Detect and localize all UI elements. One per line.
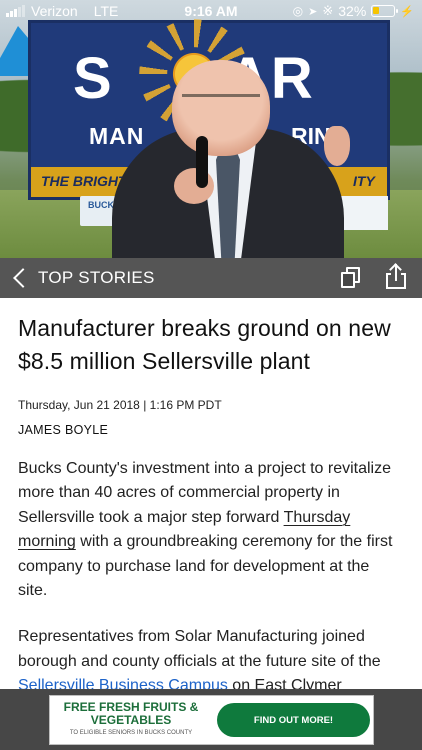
speaker-figure: [112, 48, 350, 258]
ad-headline: FREE FRESH FRUITS & VEGETABLES: [63, 700, 199, 727]
bluetooth-icon: ※: [322, 3, 334, 18]
speaker-glasses: [182, 94, 260, 106]
speaker-hand: [174, 168, 214, 204]
hero-photo: S AR MAN RING THE BRIGHT ITY BUCK: [0, 0, 422, 258]
banner-tagline-right: ITY: [353, 173, 375, 189]
rotation-lock-icon: ◎: [292, 4, 304, 18]
back-chevron-icon: [13, 268, 33, 288]
copy-icon[interactable]: [340, 267, 362, 289]
share-icon[interactable]: [386, 263, 406, 290]
banner-word-left: S: [73, 46, 114, 111]
battery-percent: 32%: [338, 3, 367, 19]
article-paragraph-1: Bucks County's investment into a project…: [18, 457, 398, 603]
yard-sign-right: [340, 196, 388, 230]
article-headline: Manufacturer breaks ground on new $8.5 m…: [18, 315, 391, 374]
article-dateline: Thursday, Jun 21 2018 | 1:16 PM PDT: [18, 398, 222, 412]
article-nav-bar: TOP STORIES: [0, 258, 422, 298]
paragraph-text: Representatives from Solar Manufacturing…: [18, 628, 381, 670]
location-icon: ➤: [308, 5, 318, 18]
back-button-label: TOP STORIES: [38, 268, 155, 287]
ad-find-out-more-button[interactable]: FIND OUT MORE!: [217, 703, 370, 737]
speaker-head: [172, 60, 270, 156]
charging-icon: ⚡: [400, 5, 414, 18]
ad-fine-print: TO ELIGIBLE SENIORS IN BUCKS COUNTY: [69, 730, 193, 736]
article-body: Manufacturer breaks ground on new $8.5 m…: [18, 312, 410, 699]
microphone: [196, 136, 208, 188]
back-button[interactable]: TOP STORIES: [8, 262, 155, 294]
article-paragraph-2: Representatives from Solar Manufacturing…: [18, 625, 398, 698]
speaker-raised-hand: [324, 126, 350, 166]
ad-banner[interactable]: FREE FRESH FRUITS & VEGETABLES TO ELIGIB…: [49, 695, 374, 745]
status-bar: Verizon LTE 9:16 AM ◎ ➤ ※ 32% ⚡: [0, 0, 422, 22]
battery-icon: [371, 5, 399, 17]
article-byline: JAMES BOYLE: [18, 423, 109, 437]
